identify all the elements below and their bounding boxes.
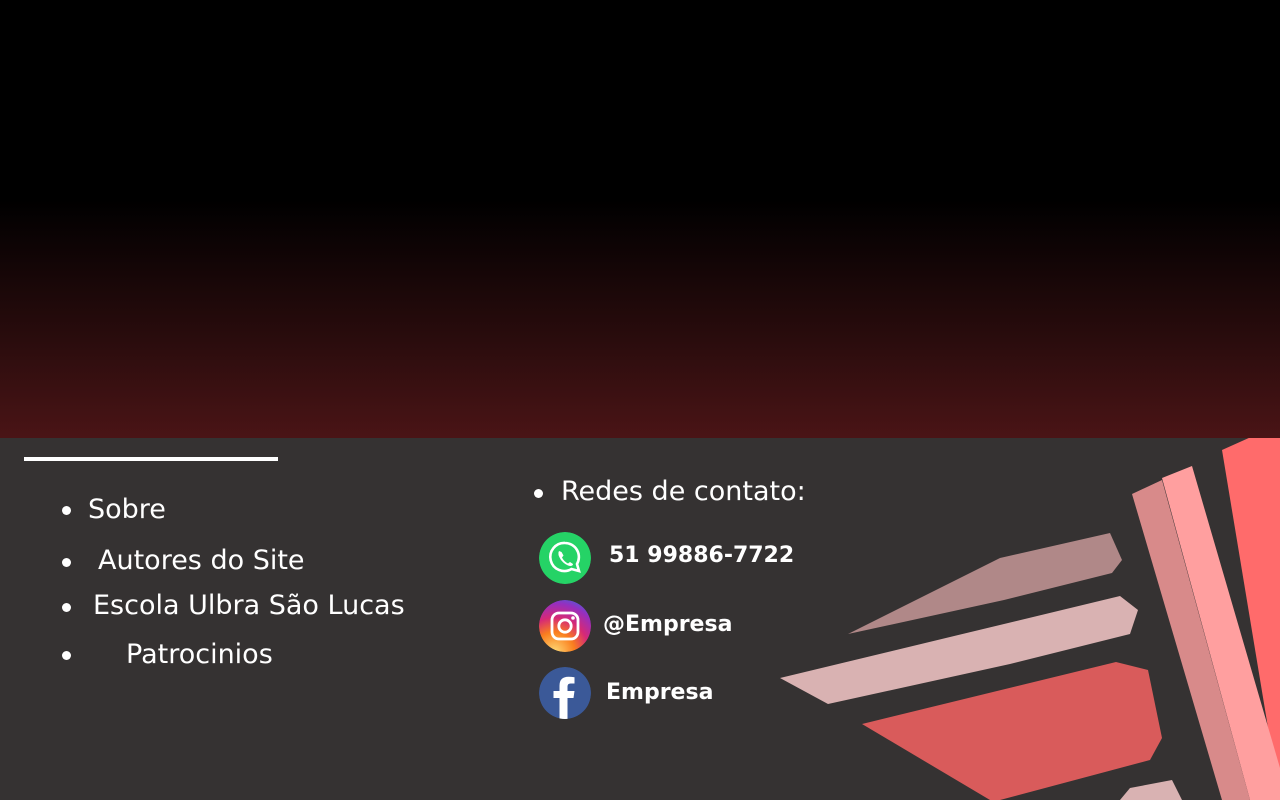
site-footer: Sobre Autores do Site Escola Ulbra São L… — [0, 438, 1280, 800]
contact-facebook-text: Empresa — [606, 680, 714, 705]
contact-whatsapp-text: 51 99886-7722 — [609, 543, 795, 568]
bullet-dot — [62, 506, 71, 515]
contact-instagram-text: @Empresa — [603, 612, 733, 637]
footer-link-escola[interactable]: Escola Ulbra São Lucas — [93, 590, 405, 622]
footer-divider — [24, 457, 278, 461]
contacts-title: Redes de contato: — [561, 476, 806, 507]
instagram-icon[interactable] — [539, 600, 591, 652]
footer-link-patrocinios[interactable]: Patrocinios — [126, 639, 273, 671]
facebook-icon[interactable] — [539, 667, 591, 719]
hero-banner — [0, 0, 1280, 438]
bullet-dot — [62, 558, 71, 567]
bullet-dot — [62, 603, 71, 612]
bullet-dot — [62, 651, 71, 660]
footer-link-autores[interactable]: Autores do Site — [98, 545, 305, 577]
footer-link-sobre[interactable]: Sobre — [88, 494, 166, 526]
bullet-dot — [534, 489, 543, 498]
whatsapp-icon[interactable] — [539, 532, 591, 584]
